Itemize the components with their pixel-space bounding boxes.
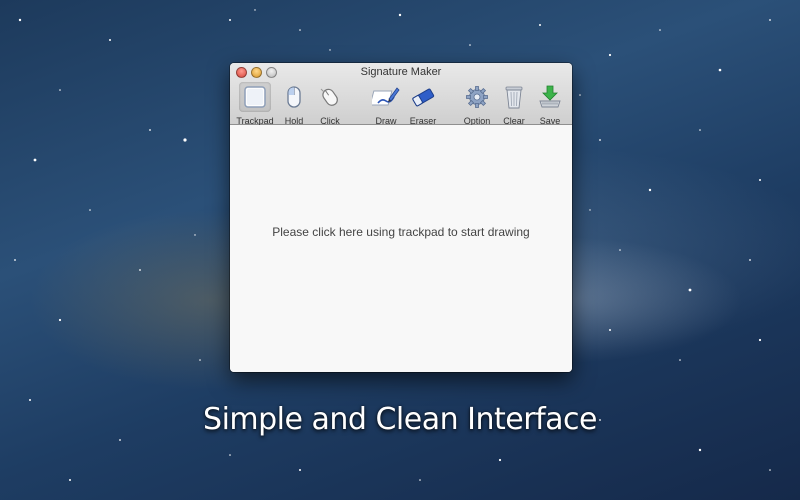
- click-tool-button[interactable]: Click: [310, 82, 350, 126]
- unified-titlebar-toolbar: Signature Maker Trackpad Hold Click Draw…: [230, 63, 572, 126]
- promo-caption: Simple and Clean Interface: [203, 402, 597, 437]
- pen-draw-icon: [370, 82, 402, 112]
- draw-tool-button[interactable]: Draw: [366, 82, 406, 126]
- mouse-icon: [278, 82, 310, 112]
- clear-tool-button[interactable]: Clear: [494, 82, 534, 126]
- gear-icon: [461, 82, 493, 112]
- eraser-tool-button[interactable]: Eraser: [403, 82, 443, 126]
- eraser-icon: [407, 82, 439, 112]
- hold-tool-button[interactable]: Hold: [274, 82, 314, 126]
- trackpad-icon: [239, 82, 271, 112]
- mouse-click-icon: [314, 82, 346, 112]
- canvas-hint-text: Please click here using trackpad to star…: [272, 225, 530, 239]
- save-tool-button[interactable]: Save: [530, 82, 570, 126]
- window-title: Signature Maker: [360, 66, 442, 78]
- trackpad-tool-button[interactable]: Trackpad: [235, 82, 275, 126]
- drawing-canvas[interactable]: Please click here using trackpad to star…: [230, 125, 572, 372]
- save-download-icon: [534, 82, 566, 112]
- trash-icon: [498, 82, 530, 112]
- option-tool-button[interactable]: Option: [457, 82, 497, 126]
- signature-maker-window: Signature Maker Trackpad Hold Click Draw…: [230, 63, 572, 372]
